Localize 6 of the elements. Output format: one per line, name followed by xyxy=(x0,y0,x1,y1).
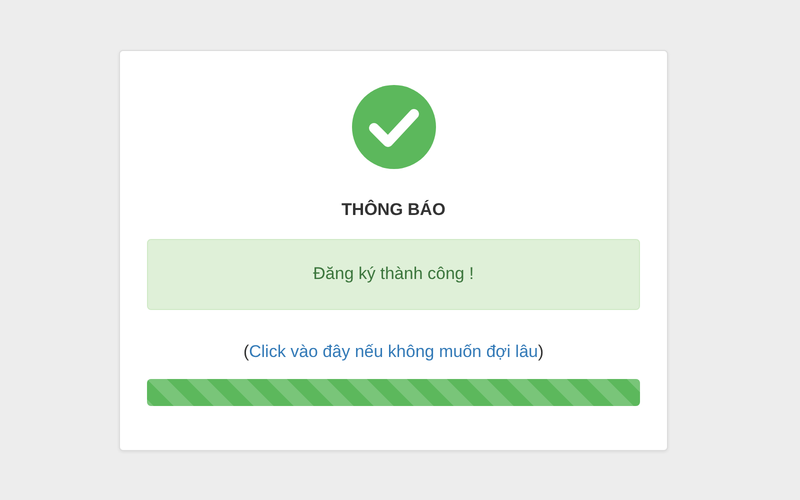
skip-wait-link[interactable]: Click vào đây nếu không muốn đợi lâu xyxy=(249,342,538,360)
dialog-title: THÔNG BÁO xyxy=(340,198,446,221)
parenthesis: ( xyxy=(243,342,249,360)
parenthesis: ) xyxy=(538,342,544,360)
check-circle-icon xyxy=(352,85,436,169)
success-alert: Đăng ký thành công ! xyxy=(147,238,640,310)
